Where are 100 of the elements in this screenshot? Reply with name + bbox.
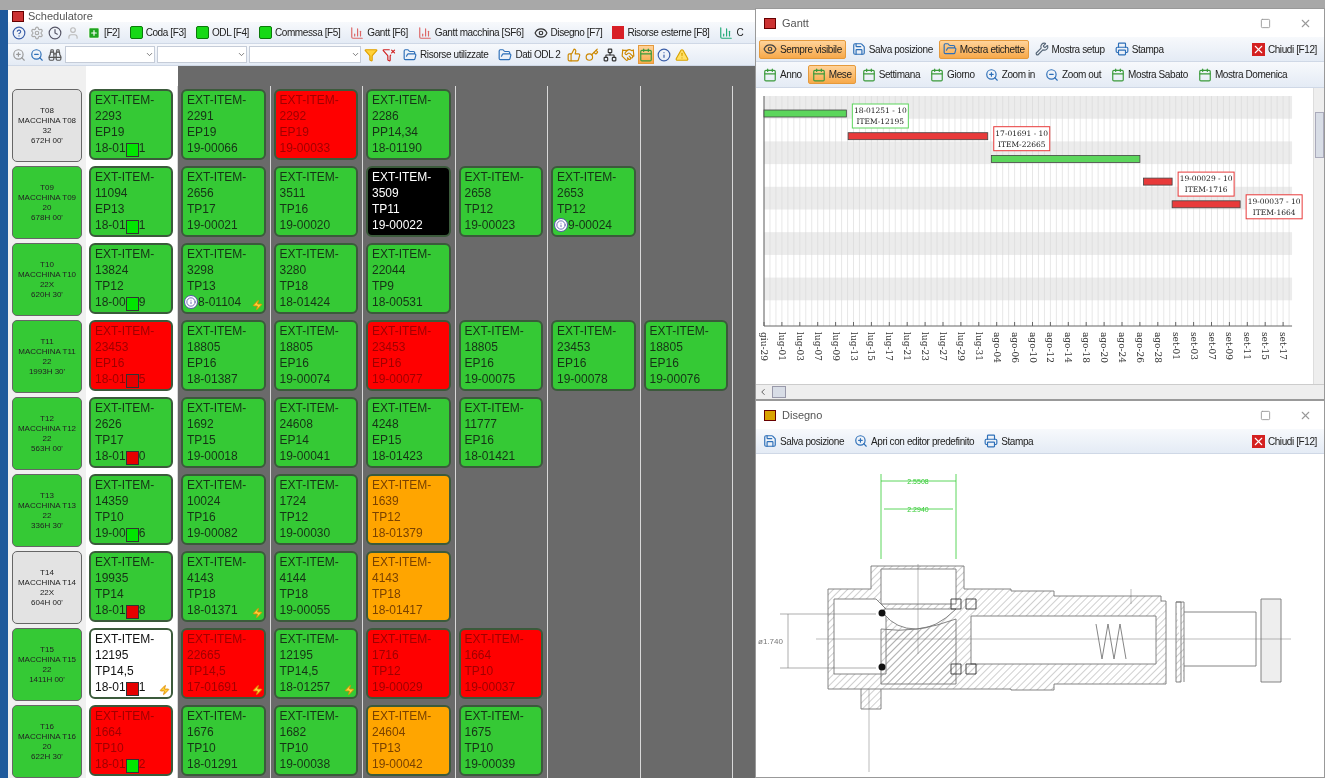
close-button[interactable]: Chiudi [F12] — [1247, 39, 1321, 59]
job-card[interactable]: EXT-ITEM- 14359 TP10 19-00 6 — [89, 474, 173, 545]
job-item-prefix: EXT-ITEM- — [95, 400, 155, 416]
toolbar-button[interactable]: C — [715, 23, 748, 42]
job-item-prefix: EXT-ITEM- — [95, 477, 155, 493]
job-card[interactable]: EXT-ITEM- 1724 TP12 19-00030 — [273, 474, 358, 545]
date-label: ago-04 — [991, 332, 1002, 364]
toolbar-button[interactable]: Gantt [F6] — [346, 23, 412, 42]
job-card[interactable]: EXT-ITEM- 13824 TP12 18-00 9 — [89, 243, 173, 314]
toolbar-button[interactable]: ODL [F4] — [191, 23, 253, 42]
job-program: TP10 — [464, 663, 494, 679]
job-card[interactable]: EXT-ITEM- 1675 TP10 19-00039 — [458, 705, 543, 776]
job-card[interactable]: EXT-ITEM- 2286 PP14,34 18-01190 — [366, 89, 451, 160]
job-order-code: 18-01190 — [372, 140, 422, 156]
job-card[interactable]: EXT-ITEM- 3511 TP16 19-00020 — [273, 166, 358, 237]
toolbar-button[interactable]: Mese — [807, 65, 856, 84]
toolbar-button[interactable]: [F2] — [83, 23, 124, 42]
toolbar-button[interactable]: Disegno [F7] — [529, 23, 607, 42]
job-card[interactable]: EXT-ITEM- 2653 TP12 9-00024 — [551, 166, 636, 237]
job-card[interactable]: EXT-ITEM- 19935 TP14 18-01 8 — [89, 551, 173, 622]
filter-combobox[interactable] — [157, 46, 247, 63]
job-card[interactable]: EXT-ITEM- 1639 TP12 18-01379 — [366, 474, 451, 545]
job-card[interactable]: EXT-ITEM- 4144 TP18 19-00055 — [273, 551, 358, 622]
machine-card[interactable]: T14 MACCHINA T14 22X 604H 00' — [12, 551, 82, 624]
toolbar-button[interactable]: Mostra Sabato — [1107, 65, 1192, 84]
machine-card[interactable]: T15 MACCHINA T15 22 1411H 00' — [12, 628, 82, 701]
toolbar-button[interactable]: Apri con editor predefinito — [850, 431, 979, 451]
toolbar-button[interactable]: Stampa — [1110, 39, 1168, 59]
job-card[interactable]: EXT-ITEM- 11094 EP13 18-01 1 — [89, 166, 173, 237]
vertical-scrollbar[interactable] — [1313, 88, 1324, 384]
job-card[interactable]: EXT-ITEM- 4248 EP15 18-01423 — [366, 397, 451, 468]
close-button[interactable]: Chiudi [F12] — [1247, 431, 1321, 451]
scroll-left-icon[interactable] — [758, 387, 768, 397]
job-card[interactable]: EXT-ITEM- 1676 TP10 18-01291 — [181, 705, 266, 776]
job-card[interactable]: EXT-ITEM- 11777 EP16 18-01421 — [458, 397, 543, 468]
job-card[interactable]: EXT-ITEM- 2656 TP17 19-00021 — [181, 166, 266, 237]
machine-card[interactable]: T13 MACCHINA T13 22 336H 30' — [12, 474, 82, 547]
job-card[interactable]: EXT-ITEM- 3298 TP13 8-01104 — [181, 243, 266, 314]
window-title: Disegno — [782, 409, 823, 421]
machine-card[interactable]: T08 MACCHINA T08 32 672H 00' — [12, 89, 82, 162]
machine-card[interactable]: T09 MACCHINA T09 20 678H 00' — [12, 166, 82, 239]
job-card[interactable]: EXT-ITEM- 18805 EP16 18-01387 — [181, 320, 266, 391]
filter-combobox[interactable] — [249, 46, 361, 63]
toolbar-button[interactable]: Settimana — [857, 65, 925, 84]
job-card[interactable]: EXT-ITEM- 4143 TP18 18-01371 — [181, 551, 266, 622]
job-card[interactable]: EXT-ITEM- 22044 TP9 18-00531 — [366, 243, 451, 314]
job-order-code: 18-00531 — [372, 294, 423, 310]
toolbar-button[interactable]: Salva posizione — [847, 39, 937, 59]
job-card[interactable]: EXT-ITEM- 2626 TP17 18-01 0 — [89, 397, 173, 468]
scrollbar-thumb[interactable] — [772, 386, 786, 398]
date-label: lug-09 — [830, 332, 841, 361]
gantt-bar[interactable] — [847, 132, 989, 141]
job-card[interactable]: EXT-ITEM- 12195 TP14,5 18-01257 — [273, 628, 358, 699]
calendar-icon[interactable] — [638, 45, 655, 64]
gantt-bar[interactable] — [1171, 200, 1241, 209]
machine-card[interactable]: T16 MACCHINA T16 20 622H 30' — [12, 705, 82, 778]
job-card[interactable]: EXT-ITEM- 18805 EP16 19-00075 — [458, 320, 543, 391]
toolbar-button[interactable]: Gantt macchina [SF6] — [413, 23, 528, 42]
toolbar-button[interactable]: Mostra Domenica — [1193, 65, 1292, 84]
toolbar-button[interactable]: Stampa — [980, 431, 1038, 451]
job-program: TP10 — [279, 740, 309, 756]
toolbar-button[interactable]: Risorse esterne [F8] — [608, 23, 714, 42]
gantt-bar[interactable] — [990, 155, 1141, 163]
toolbar-button[interactable]: Commessa [F5] — [254, 23, 345, 42]
job-card[interactable]: EXT-ITEM- 10024 TP16 19-00082 — [181, 474, 266, 545]
job-card[interactable]: EXT-ITEM- 3509 TP11 19-00022 — [366, 166, 451, 237]
job-item-number: 2293 — [95, 108, 122, 124]
job-item-number: 12195 — [95, 647, 129, 663]
toolbar-button[interactable]: Dati ODL 2 — [494, 45, 565, 64]
job-card[interactable]: EXT-ITEM- 12195 TP14,5 18-01 1 — [89, 628, 173, 699]
toolbar-button[interactable]: Giorno — [926, 65, 979, 84]
machine-card[interactable]: T10 MACCHINA T10 22X 620H 30' — [12, 243, 82, 316]
job-card[interactable]: EXT-ITEM- 2293 EP19 18-01 1 — [89, 89, 173, 160]
gantt-bar[interactable] — [1143, 177, 1173, 186]
job-card[interactable]: EXT-ITEM- 23453 EP16 19-00078 — [551, 320, 636, 391]
job-card[interactable]: EXT-ITEM- 4143 TP18 18-01417 — [366, 551, 451, 622]
toolbar-button[interactable]: Zoom in — [980, 65, 1039, 84]
job-card[interactable]: EXT-ITEM- 3280 TP18 18-01424 — [273, 243, 358, 314]
horizontal-scrollbar[interactable] — [756, 384, 1324, 399]
job-card[interactable]: EXT-ITEM- 24608 EP14 19-00041 — [273, 397, 358, 468]
toolbar-button[interactable]: Salva posizione — [759, 431, 849, 451]
job-card[interactable]: EXT-ITEM- 1692 TP15 19-00018 — [181, 397, 266, 468]
toolbar-button[interactable]: Coda [F3] — [125, 23, 190, 42]
date-label: set-07 — [1206, 332, 1217, 361]
toolbar-button[interactable]: Mostra etichette — [938, 39, 1029, 59]
job-card[interactable]: EXT-ITEM- 2291 EP19 19-00066 — [181, 89, 266, 160]
toolbar-button[interactable]: Zoom out — [1041, 65, 1106, 84]
job-item-prefix: EXT-ITEM- — [464, 323, 524, 339]
toolbar-button[interactable]: Sempre visibile — [759, 39, 846, 59]
job-card[interactable]: EXT-ITEM- 24604 TP13 19-00042 — [366, 705, 451, 776]
machine-card[interactable]: T12 MACCHINA T12 22 563H 00' — [12, 397, 82, 470]
job-card[interactable]: EXT-ITEM- 2658 TP12 19-00023 — [458, 166, 543, 237]
toolbar-button[interactable]: Mostra setup — [1030, 39, 1109, 59]
job-card[interactable]: EXT-ITEM- 1682 TP10 19-00038 — [273, 705, 358, 776]
toolbar-button[interactable]: Risorse utilizzate — [399, 45, 493, 64]
job-card[interactable]: EXT-ITEM- 18805 EP16 19-00074 — [273, 320, 358, 391]
toolbar-button[interactable]: Anno — [759, 65, 806, 84]
machine-card[interactable]: T11 MACCHINA T11 22 1993H 30' — [12, 320, 82, 393]
date-label: ago-26 — [1134, 332, 1145, 364]
job-card[interactable]: EXT-ITEM- 18805 EP16 19-00076 — [643, 320, 728, 391]
